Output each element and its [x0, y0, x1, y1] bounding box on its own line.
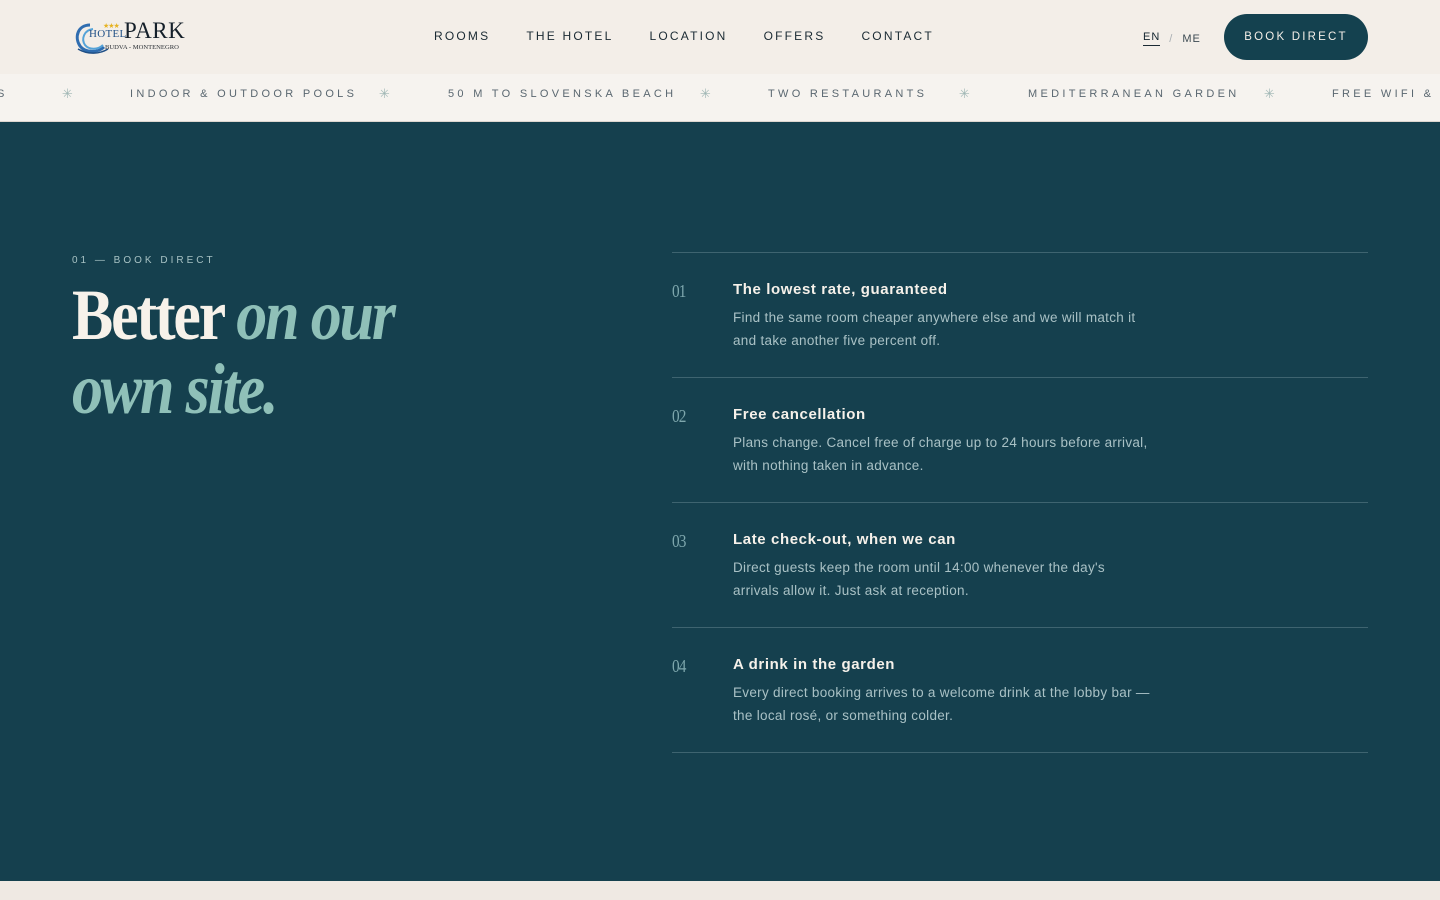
benefit-title: A drink in the garden [733, 656, 896, 673]
nav-contact[interactable]: CONTACT [861, 29, 934, 43]
asterisk-icon: ✳ [62, 86, 73, 101]
benefit-row: 01 The lowest rate, guaranteed Find the … [672, 253, 1368, 378]
headline-italic-2: own site. [72, 349, 278, 429]
benefit-description: Find the same room cheaper anywhere else… [733, 310, 1136, 348]
nav-the-hotel[interactable]: THE HOTEL [526, 29, 613, 43]
marquee-item: FREE WIFI & PA [1332, 88, 1440, 100]
lang-separator: / [1169, 32, 1174, 45]
asterisk-icon: ✳ [1264, 86, 1275, 101]
language-switcher: EN / ME [1143, 31, 1201, 46]
logo-park-text: PARK [124, 18, 186, 43]
asterisk-icon: ✳ [379, 86, 390, 101]
headline-italic-1: on our [236, 275, 396, 355]
next-section-edge [0, 881, 1440, 900]
benefit-title: Free cancellation [733, 406, 866, 423]
benefit-number: 01 [672, 281, 686, 301]
logo-location-text: BUDVA - MONTENEGRO [105, 44, 179, 51]
benefit-description: Plans change. Cancel free of charge up t… [733, 435, 1148, 473]
headline-plain: Better [72, 275, 225, 355]
marquee-item: MEDITERRANEAN GARDEN [1028, 88, 1240, 100]
nav-rooms[interactable]: ROOMS [434, 29, 490, 43]
benefits-list: 01 The lowest rate, guaranteed Find the … [672, 252, 1368, 753]
nav-offers[interactable]: OFFERS [764, 29, 826, 43]
benefit-row: 02 Free cancellation Plans change. Cance… [672, 378, 1368, 503]
benefit-description: Direct guests keep the room until 14:00 … [733, 560, 1105, 598]
logo-hotel-text: HOTEL [89, 28, 127, 40]
lang-en[interactable]: EN [1143, 31, 1161, 46]
benefit-title: Late check-out, when we can [733, 531, 956, 548]
book-direct-button[interactable]: BOOK DIRECT [1224, 14, 1368, 60]
benefit-title: The lowest rate, guaranteed [733, 281, 948, 298]
hotel-park-logo[interactable]: ★★★ HOTEL PARK BUDVA - MONTENEGRO [74, 18, 190, 57]
marquee-item: 50 M TO SLOVENSKA BEACH [448, 88, 677, 100]
asterisk-icon: ✳ [959, 86, 970, 101]
book-direct-section: 01 — BOOK DIRECT Better on our own site.… [0, 122, 1440, 881]
nav-location[interactable]: LOCATION [650, 29, 728, 43]
benefit-number: 04 [672, 656, 686, 676]
benefit-number: 02 [672, 406, 686, 426]
section-headline: Better on our own site. [72, 278, 554, 426]
benefit-number: 03 [672, 531, 686, 551]
marquee-item: S [0, 88, 8, 100]
amenities-marquee: S ✳ INDOOR & OUTDOOR POOLS ✳ 50 M TO SLO… [0, 74, 1440, 122]
main-nav: ROOMS THE HOTEL LOCATION OFFERS CONTACT [434, 29, 934, 43]
site-header: ★★★ HOTEL PARK BUDVA - MONTENEGRO ROOMS … [0, 0, 1440, 74]
section-eyebrow: 01 — BOOK DIRECT [72, 255, 216, 266]
marquee-item: TWO RESTAURANTS [768, 88, 928, 100]
lang-me[interactable]: ME [1182, 33, 1201, 45]
marquee-item: INDOOR & OUTDOOR POOLS [130, 88, 358, 100]
benefit-row: 04 A drink in the garden Every direct bo… [672, 628, 1368, 753]
asterisk-icon: ✳ [700, 86, 711, 101]
benefit-row: 03 Late check-out, when we can Direct gu… [672, 503, 1368, 628]
benefit-description: Every direct booking arrives to a welcom… [733, 685, 1150, 723]
